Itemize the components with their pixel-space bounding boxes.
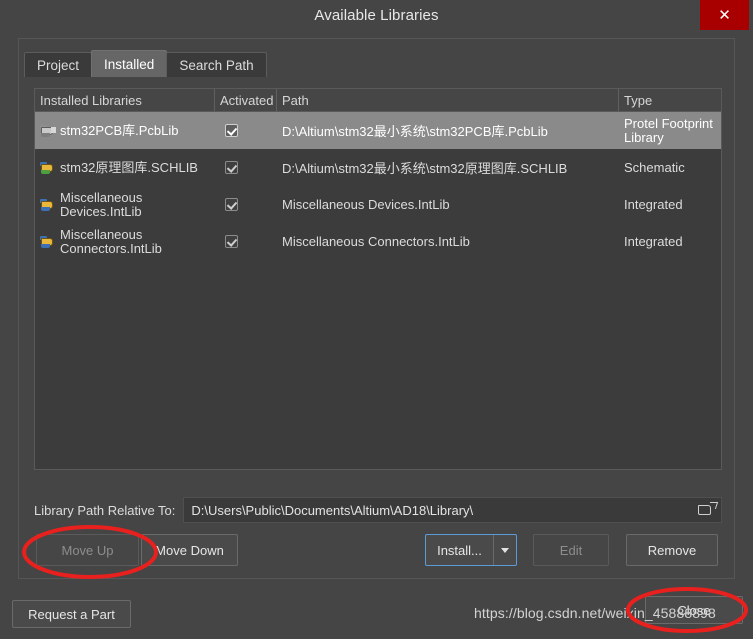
move-up-label: Move Up [61, 542, 114, 558]
install-label[interactable]: Install... [426, 535, 494, 565]
library-path-input[interactable]: D:\Users\Public\Documents\Altium\AD18\Li… [183, 497, 722, 523]
library-path-value: D:\Users\Public\Documents\Altium\AD18\Li… [191, 502, 474, 518]
activated-cell[interactable] [215, 112, 277, 149]
library-name-text: stm32PCB库.PcbLib [60, 122, 179, 138]
watermark-text: https://blog.csdn.net/weixin_45888898 [474, 605, 716, 621]
edit-label: Edit [559, 542, 583, 558]
move-down-button[interactable]: Move Down [141, 534, 238, 566]
library-name-cell: Miscellaneous Devices.IntLib [35, 186, 215, 223]
schematic-library-icon [40, 160, 57, 175]
title-bar: Available Libraries ✕ [0, 0, 753, 33]
activated-cell[interactable] [215, 223, 277, 260]
table-row[interactable]: Miscellaneous Connectors.IntLib Miscella… [35, 223, 721, 260]
library-type-cell: Protel Footprint Library [624, 115, 713, 145]
activated-checkbox[interactable] [225, 235, 238, 248]
table-header-row: Installed Libraries Activated Path Type [35, 89, 721, 112]
integrated-library-icon [40, 234, 57, 249]
activated-checkbox[interactable] [225, 161, 238, 174]
move-down-label: Move Down [155, 542, 224, 558]
chevron-down-icon[interactable] [494, 535, 516, 565]
library-name-text: stm32原理图库.SCHLIB [60, 159, 198, 175]
installed-libraries-list[interactable]: Installed Libraries Activated Path Type … [34, 88, 722, 470]
library-path-cell: D:\Altium\stm32最小系统\stm32PCB库.PcbLib [282, 124, 548, 139]
request-a-part-button[interactable]: Request a Part [12, 600, 131, 628]
library-path-cell: D:\Altium\stm32最小系统\stm32原理图库.SCHLIB [282, 161, 568, 176]
library-path-row: Library Path Relative To: D:\Users\Publi… [34, 497, 722, 523]
column-header-type[interactable]: Type [619, 89, 721, 111]
library-type-cell: Integrated [624, 197, 683, 212]
library-path-cell: Miscellaneous Devices.IntLib [282, 197, 450, 212]
available-libraries-dialog: Available Libraries ✕ Project Installed … [0, 0, 753, 639]
table-body: stm32PCB库.PcbLib D:\Altium\stm32最小系统\stm… [35, 112, 721, 260]
activated-checkbox[interactable] [225, 198, 238, 211]
table-row[interactable]: stm32PCB库.PcbLib D:\Altium\stm32最小系统\stm… [35, 112, 721, 149]
table-row[interactable]: Miscellaneous Devices.IntLib Miscellaneo… [35, 186, 721, 223]
activated-cell[interactable] [215, 186, 277, 223]
activated-checkbox[interactable] [225, 124, 238, 137]
remove-label: Remove [647, 542, 697, 558]
tab-project[interactable]: Project [24, 52, 93, 77]
remove-button[interactable]: Remove [626, 534, 718, 566]
edit-button[interactable]: Edit [533, 534, 609, 566]
library-path-label: Library Path Relative To: [34, 502, 176, 518]
table-row[interactable]: stm32原理图库.SCHLIB D:\Altium\stm32最小系统\stm… [35, 149, 721, 186]
integrated-library-icon [40, 197, 57, 212]
pcb-library-icon [40, 123, 57, 138]
library-name-text: Miscellaneous Connectors.IntLib [60, 226, 162, 256]
move-up-button[interactable]: Move Up [36, 534, 139, 566]
library-name-text: Miscellaneous Devices.IntLib [60, 189, 143, 219]
library-type-cell: Integrated [624, 234, 683, 249]
library-name-cell: stm32原理图库.SCHLIB [35, 149, 215, 186]
column-header-path[interactable]: Path [277, 89, 619, 111]
close-x-icon[interactable]: ✕ [700, 0, 749, 30]
tab-search-path[interactable]: Search Path [166, 52, 267, 77]
tab-installed[interactable]: Installed [91, 50, 168, 77]
library-name-cell: Miscellaneous Connectors.IntLib [35, 223, 215, 260]
install-button[interactable]: Install... [425, 534, 517, 566]
library-type-cell: Schematic [624, 160, 685, 175]
library-name-cell: stm32PCB库.PcbLib [35, 112, 215, 149]
tab-bar: Project Installed Search Path [24, 50, 267, 77]
column-header-installed-libraries[interactable]: Installed Libraries [35, 89, 215, 111]
open-folder-icon[interactable] [697, 501, 719, 520]
library-path-cell: Miscellaneous Connectors.IntLib [282, 234, 470, 249]
activated-cell[interactable] [215, 149, 277, 186]
request-a-part-label: Request a Part [28, 606, 115, 622]
page-title: Available Libraries [314, 7, 439, 24]
column-header-activated[interactable]: Activated [215, 89, 277, 111]
